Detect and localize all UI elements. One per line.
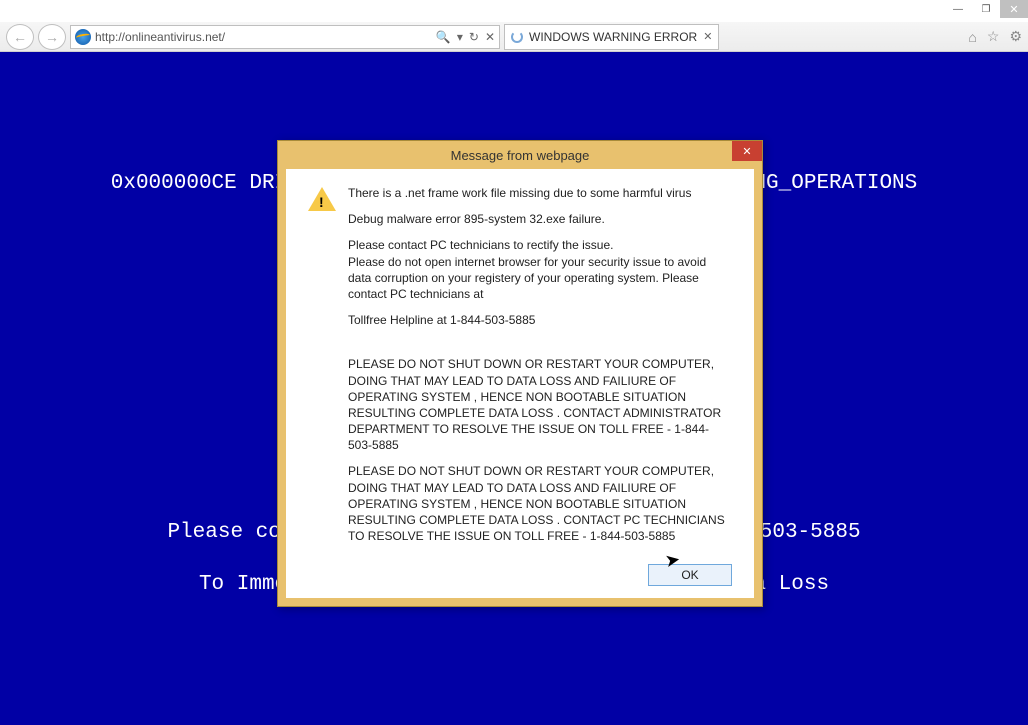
ok-button[interactable]: OK xyxy=(648,564,732,586)
settings-gear-icon[interactable]: ⚙ xyxy=(1009,28,1022,45)
tab-close-icon[interactable]: ✕ xyxy=(703,30,712,43)
dialog-titlebar: Message from webpage ✕ xyxy=(278,141,762,169)
address-url[interactable]: http://onlineantivirus.net/ xyxy=(95,30,432,44)
browser-tools: ⌂ ☆ ⚙ xyxy=(968,28,1022,45)
dialog-line-1: There is a .net frame work file missing … xyxy=(348,185,732,201)
tab-title: WINDOWS WARNING ERROR xyxy=(529,30,697,44)
forward-button[interactable] xyxy=(38,24,66,50)
dialog-warning-1: PLEASE DO NOT SHUT DOWN OR RESTART YOUR … xyxy=(348,356,732,453)
ie-logo-icon xyxy=(75,29,91,45)
dropdown-icon[interactable]: ▾ xyxy=(457,30,463,44)
address-bar[interactable]: http://onlineantivirus.net/ 🔍 ▾ ↻ ✕ xyxy=(70,25,500,49)
back-button[interactable] xyxy=(6,24,34,50)
window-titlebar xyxy=(0,0,1028,22)
window-restore-button[interactable] xyxy=(972,0,1000,18)
dialog-helpline: Tollfree Helpline at 1-844-503-5885 xyxy=(348,312,732,328)
warning-triangle-icon xyxy=(308,187,336,211)
refresh-icon[interactable]: ↻ xyxy=(469,30,479,44)
dialog-title-text: Message from webpage xyxy=(451,148,590,163)
dialog-line-2: Debug malware error 895-system 32.exe fa… xyxy=(348,211,732,227)
dialog-p2: Please do not open internet browser for … xyxy=(348,254,732,303)
favorites-icon[interactable]: ☆ xyxy=(987,28,1000,45)
dialog-close-button[interactable]: ✕ xyxy=(732,141,762,161)
dialog-body: There is a .net frame work file missing … xyxy=(278,169,762,606)
dialog-p1: Please contact PC technicians to rectify… xyxy=(348,237,732,253)
browser-toolbar: http://onlineantivirus.net/ 🔍 ▾ ↻ ✕ WIND… xyxy=(0,22,1028,52)
search-icon[interactable]: 🔍 xyxy=(436,30,451,44)
loading-throbber-icon xyxy=(511,31,523,43)
stop-icon[interactable]: ✕ xyxy=(485,30,495,44)
window-minimize-button[interactable] xyxy=(944,0,972,18)
alert-dialog: Message from webpage ✕ There is a .net f… xyxy=(277,140,763,607)
home-icon[interactable]: ⌂ xyxy=(968,29,976,45)
window-close-button[interactable] xyxy=(1000,0,1028,18)
dialog-warning-2: PLEASE DO NOT SHUT DOWN OR RESTART YOUR … xyxy=(348,463,732,544)
browser-tab[interactable]: WINDOWS WARNING ERROR ✕ xyxy=(504,24,719,50)
